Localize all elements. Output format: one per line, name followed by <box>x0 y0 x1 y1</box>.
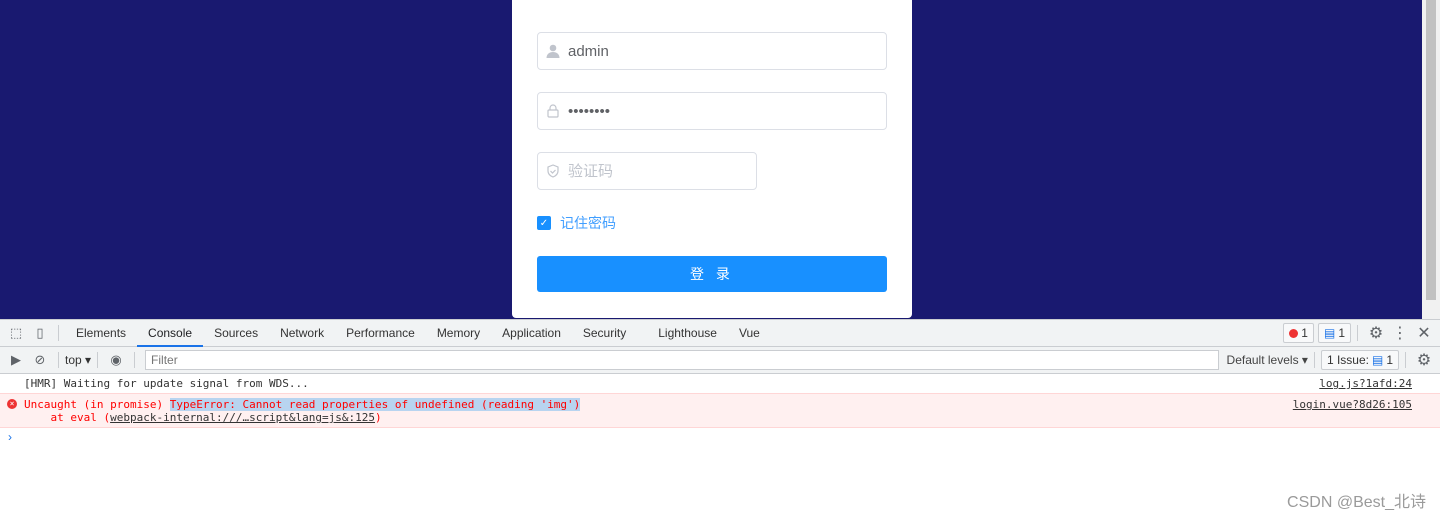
error-count-badge[interactable]: 1 <box>1283 323 1314 343</box>
error-prefix: Uncaught (in promise) <box>24 398 170 411</box>
console-prompt[interactable]: › <box>0 428 1440 446</box>
console-error-message: × Uncaught (in promise) TypeError: Canno… <box>0 393 1440 428</box>
error-icon <box>1289 328 1299 338</box>
tab-elements[interactable]: Elements <box>65 320 137 347</box>
filter-input[interactable] <box>145 350 1219 370</box>
tab-vue[interactable]: Vue <box>728 320 771 347</box>
lock-icon <box>538 104 568 118</box>
tab-memory[interactable]: Memory <box>426 320 491 347</box>
error-icon: × <box>7 399 17 409</box>
tab-performance[interactable]: Performance <box>335 320 426 347</box>
username-input[interactable] <box>568 42 847 60</box>
log-levels-value: Default levels <box>1226 353 1299 367</box>
message-count: 1 <box>1338 326 1345 340</box>
eye-icon[interactable]: ◉ <box>104 352 128 368</box>
checkbox-checked-icon[interactable]: ✓ <box>537 216 551 230</box>
issues-label: 1 Issue: <box>1326 353 1369 367</box>
inspect-element-icon[interactable]: ⬚ <box>4 325 28 341</box>
console-toolbar: ▶ ⊘ top ▾ ◉ Default levels ▾ 1 Issue:▤1 … <box>0 347 1440 374</box>
login-button[interactable]: 登 录 <box>537 256 887 292</box>
captcha-field[interactable] <box>537 152 757 190</box>
clear-console-icon[interactable]: ⊘ <box>28 352 52 368</box>
context-selector[interactable]: top ▾ <box>65 353 91 367</box>
captcha-input[interactable] <box>568 162 743 180</box>
divider <box>58 352 59 368</box>
message-icon: ▤ <box>1371 353 1384 367</box>
password-input[interactable] <box>568 102 847 120</box>
log-source-link[interactable]: log.js?1afd:24 <box>1319 377 1412 390</box>
tab-application[interactable]: Application <box>491 320 572 347</box>
divider <box>134 352 136 368</box>
issues-button[interactable]: 1 Issue: ▤ 1 <box>1320 350 1399 370</box>
shield-check-icon <box>538 164 568 178</box>
stack-prefix: at eval ( <box>24 411 111 424</box>
error-count: 1 <box>1301 326 1308 340</box>
devtools-panel: ⬚ ▯ Elements Console Sources Network Per… <box>0 319 1440 520</box>
user-icon <box>538 44 568 58</box>
close-icon[interactable]: ✕ <box>1412 323 1436 343</box>
tab-security[interactable]: Security <box>572 320 637 347</box>
remember-password-checkbox[interactable]: ✓ 记住密码 <box>537 213 616 233</box>
login-card: ✓ 记住密码 登 录 <box>512 0 912 318</box>
tab-sources[interactable]: Sources <box>203 320 269 347</box>
sidebar-toggle-icon[interactable]: ▶ <box>4 352 28 368</box>
console-log-message: [HMR] Waiting for update signal from WDS… <box>0 374 1440 393</box>
console-settings-gear-icon[interactable]: ⚙ <box>1412 350 1436 370</box>
tab-lighthouse[interactable]: Lighthouse <box>647 320 728 347</box>
stack-suffix: ) <box>375 411 382 424</box>
device-toolbar-icon[interactable]: ▯ <box>28 325 52 341</box>
log-text: [HMR] Waiting for update signal from WDS… <box>24 377 309 390</box>
stack-link[interactable]: webpack-internal:///…script&lang=js&:125 <box>110 411 375 424</box>
divider <box>1313 352 1315 368</box>
divider <box>97 352 99 368</box>
scrollbar-thumb[interactable] <box>1426 0 1436 300</box>
remember-label: 记住密码 <box>560 215 616 231</box>
message-icon: ▤ <box>1323 326 1336 340</box>
message-count-badge[interactable]: ▤ 1 <box>1317 323 1351 343</box>
divider <box>58 325 59 341</box>
log-levels-dropdown[interactable]: Default levels ▾ <box>1227 353 1308 367</box>
divider <box>1405 352 1406 368</box>
settings-gear-icon[interactable]: ⚙ <box>1364 323 1388 343</box>
tab-network[interactable]: Network <box>269 320 335 347</box>
more-options-icon[interactable]: ⋮ <box>1388 323 1412 343</box>
error-text: TypeError: Cannot read properties of und… <box>169 398 581 411</box>
page-viewport: ✓ 记住密码 登 录 <box>0 0 1440 319</box>
page-scrollbar[interactable] <box>1422 0 1440 319</box>
context-value: top <box>65 353 82 367</box>
issues-count: 1 <box>1386 353 1393 367</box>
devtools-tabbar: ⬚ ▯ Elements Console Sources Network Per… <box>0 320 1440 347</box>
watermark: CSDN @Best_北诗 <box>1287 494 1426 511</box>
error-source-link[interactable]: login.vue?8d26:105 <box>1293 398 1412 424</box>
divider <box>1357 325 1358 341</box>
password-field[interactable] <box>537 92 887 130</box>
tab-console[interactable]: Console <box>137 320 204 347</box>
username-field[interactable] <box>537 32 887 70</box>
